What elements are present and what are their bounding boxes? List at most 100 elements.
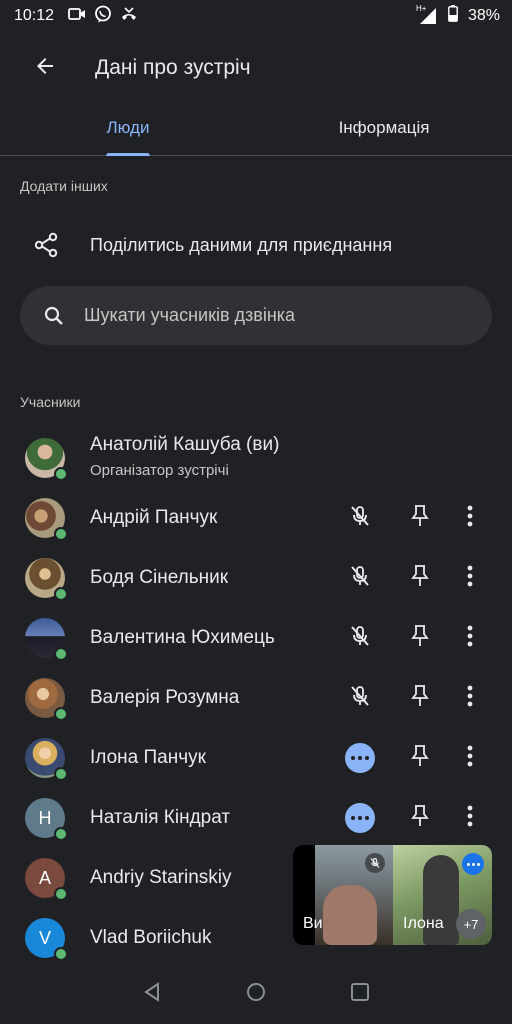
more-vert-icon [467,805,473,832]
pin-button[interactable] [390,738,450,778]
more-options-button[interactable] [450,618,490,658]
mic-muted-button[interactable] [330,498,390,538]
pin-icon [410,804,430,833]
participant-name: Бодя Сінельник [90,567,229,588]
mic-off-icon [348,684,372,713]
picture-in-picture-window[interactable]: Ви Ілона +7 [293,845,492,945]
page-title: Дані про зустріч [95,56,251,79]
self-video-tile: Ви [293,845,393,945]
participant-name: Наталія Кіндрат [90,807,231,828]
participant-name: Анатолій Кашуба (ви) [90,434,280,455]
battery-level: 38% [467,7,500,24]
search-placeholder: Шукати учасників дзвінка [84,305,296,325]
participant-row[interactable]: Валентина Юхимець [0,608,512,668]
more-options-button[interactable] [450,558,490,598]
speaking-indicator [330,798,390,838]
participant-name: Vlad Boriichuk [90,927,212,948]
search-icon [42,304,68,328]
participant-name: Валерія Розумна [90,687,240,708]
avatar [25,438,68,481]
participants-heading: Учасники [20,394,81,410]
speaking-dots-icon [462,853,484,875]
pin-button[interactable] [390,498,450,538]
viber-icon [94,5,112,28]
participant-name: Андрій Панчук [90,507,218,528]
speaking-dots-icon [345,743,375,773]
tab-people[interactable]: Люди [0,100,256,156]
search-participants-input[interactable]: Шукати учасників дзвінка [20,286,492,345]
mic-off-icon [365,853,385,873]
speaker-tile-label: Ілона [403,915,444,932]
participant-actions [330,728,490,788]
more-vert-icon [467,745,473,772]
participant-row[interactable]: Андрій Панчук [0,488,512,548]
tab-people-label: Люди [106,117,150,137]
online-indicator [54,947,68,961]
arrow-left-icon [33,54,57,83]
avatar [25,498,68,541]
avatar [25,558,68,601]
more-vert-icon [467,625,473,652]
online-indicator [54,467,68,481]
missed-call-icon [120,6,138,27]
signal-icon: H+ [415,4,438,25]
more-options-button[interactable] [450,798,490,838]
recents-nav-icon[interactable] [350,982,370,1007]
mic-off-icon [348,624,372,653]
participant-row[interactable]: Анатолій Кашуба (ви) Організатор зустріч… [0,428,512,488]
more-vert-icon [467,685,473,712]
participant-name: Валентина Юхимець [90,627,275,648]
status-bar: 10:12 H+ 38% [0,0,512,32]
tab-info[interactable]: Інформація [256,100,512,155]
add-others-heading: Додати інших [20,178,108,194]
back-button[interactable] [17,40,73,96]
participant-row[interactable]: Н Наталія Кіндрат [0,788,512,848]
participant-row[interactable]: Валерія Розумна [0,668,512,728]
speaker-video-tile: Ілона +7 [393,845,492,945]
pin-icon [410,624,430,653]
network-type: H+ [415,4,427,13]
pin-icon [410,564,430,593]
more-vert-icon [467,565,473,592]
mic-off-icon [348,564,372,593]
participant-actions [330,548,490,608]
tab-active-indicator [106,153,150,156]
pin-button[interactable] [390,558,450,598]
speaking-dots-icon [345,803,375,833]
more-participants-badge: +7 [456,909,486,939]
more-options-button[interactable] [450,678,490,718]
participant-row[interactable]: Ілона Панчук [0,728,512,788]
participant-actions [330,788,490,848]
participant-row[interactable]: Бодя Сінельник [0,548,512,608]
participant-name: Andriy Starinskiy [90,867,232,888]
mic-off-icon [348,504,372,533]
mic-muted-button[interactable] [330,558,390,598]
home-nav-icon[interactable] [246,982,266,1007]
online-indicator [54,767,68,781]
mic-muted-button[interactable] [330,678,390,718]
status-time: 10:12 [14,7,55,24]
participant-actions [330,668,490,728]
avatar [25,738,68,781]
pin-button[interactable] [390,798,450,838]
participant-role: Організатор зустрічі [90,462,229,479]
avatar: A [25,858,68,901]
online-indicator [54,587,68,601]
pin-icon [410,504,430,533]
pin-button[interactable] [390,678,450,718]
mic-muted-button[interactable] [330,618,390,658]
more-options-button[interactable] [450,738,490,778]
more-options-button[interactable] [450,498,490,538]
back-nav-icon[interactable] [142,981,162,1007]
avatar: Н [25,798,68,841]
pin-button[interactable] [390,618,450,658]
online-indicator [54,527,68,541]
tab-info-label: Інформація [338,117,430,137]
more-vert-icon [467,505,473,532]
avatar: V [25,918,68,961]
online-indicator [54,887,68,901]
online-indicator [54,647,68,661]
share-join-info-button[interactable]: Поділитись даними для приєднання [0,218,512,272]
self-video-figure [323,885,377,945]
avatar [25,678,68,721]
